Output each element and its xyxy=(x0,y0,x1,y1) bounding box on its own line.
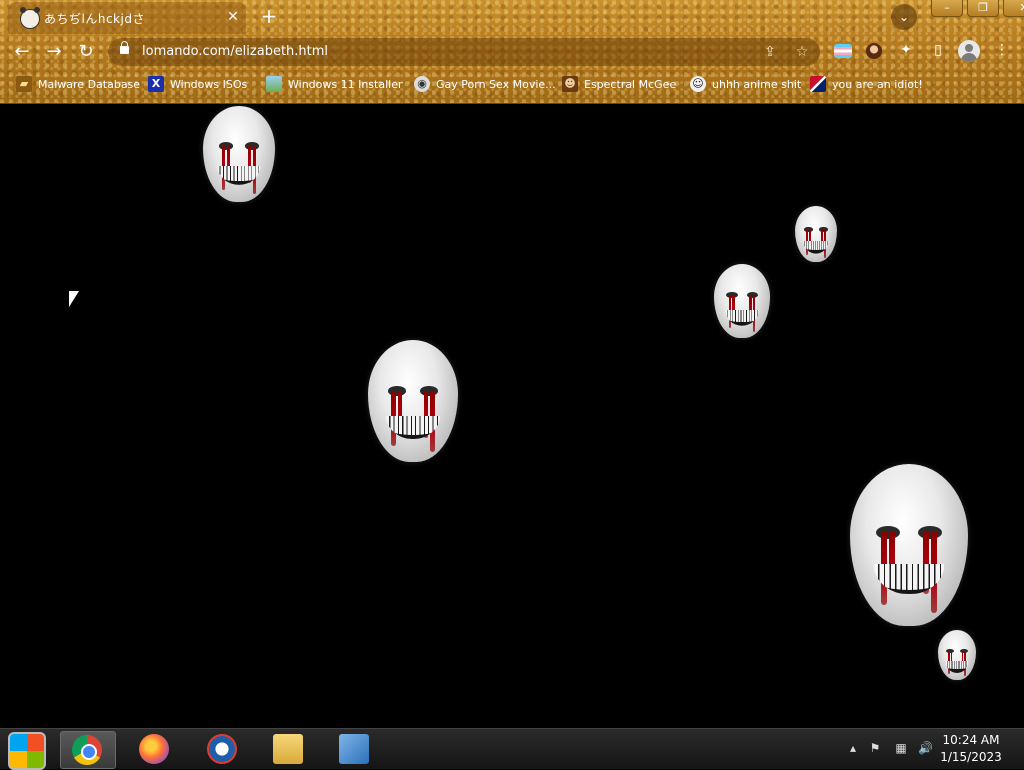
firefox-icon xyxy=(139,734,169,764)
tray-chevron-up-icon[interactable]: ▴ xyxy=(846,741,860,755)
forward-button[interactable]: → xyxy=(42,40,66,64)
volume-icon[interactable]: 🔊 xyxy=(918,741,933,755)
action-center-flag-icon[interactable]: ⚑ xyxy=(868,741,882,755)
taskbar-chrome[interactable] xyxy=(60,731,116,769)
bookmark-you-are-an-idiot[interactable]: you are an idiot! xyxy=(810,74,923,94)
folder-icon: ▰ xyxy=(16,76,32,92)
lock-icon[interactable] xyxy=(120,41,129,54)
bookmark-label: Windows 11 Installer xyxy=(288,77,403,91)
tab-close-icon[interactable]: ✕ xyxy=(224,8,242,26)
extension-avatar-icon[interactable] xyxy=(866,43,882,59)
window-controls: – ❐ ✕ xyxy=(927,0,1024,18)
bleeding-mask-image xyxy=(368,340,458,462)
bookmarks-bar: ▰ Malware Database X Windows ISOs Window… xyxy=(0,72,1024,96)
clock-date[interactable]: 1/15/2023 xyxy=(936,750,1006,764)
bookmark-malware-database[interactable]: ▰ Malware Database xyxy=(16,74,140,94)
tab-strip: あちぢlんhckjdさ ✕ + ⌄ – ❐ ✕ xyxy=(0,0,1024,34)
flag-icon xyxy=(810,76,826,92)
bleeding-mask-image xyxy=(203,106,275,202)
taskbar-outlook[interactable] xyxy=(196,731,250,767)
bookmark-gay-porn-sex-movie[interactable]: ◉ Gay Porn Sex Movie... xyxy=(414,74,556,94)
bookmark-windows-isos[interactable]: X Windows ISOs xyxy=(148,74,247,94)
anime-icon: ☺ xyxy=(690,76,706,92)
bookmark-label: you are an idiot! xyxy=(832,77,923,91)
taskbar-firefox[interactable] xyxy=(128,731,182,767)
folder-icon xyxy=(273,734,303,764)
bleeding-mask-image xyxy=(795,206,837,262)
disc-icon: ◉ xyxy=(414,76,430,92)
mouse-cursor-icon xyxy=(69,291,79,307)
bookmark-espectral-mcgee[interactable]: ☻ Espectral McGee xyxy=(562,74,676,94)
extension-flag-icon[interactable] xyxy=(834,44,852,58)
taskbar: ▴ ⚑ ▦ 🔊 10:24 AM 1/15/2023 xyxy=(0,728,1024,770)
bookmark-label: Windows ISOs xyxy=(170,77,248,91)
network-icon[interactable]: ▦ xyxy=(894,741,908,755)
page-canvas[interactable] xyxy=(0,104,1024,728)
bleeding-mask-image xyxy=(714,264,770,338)
reload-button[interactable]: ↻ xyxy=(74,40,98,64)
bleeding-mask-image xyxy=(850,464,968,626)
address-bar[interactable]: lomando.com/elizabeth.html ⇪ ☆ xyxy=(108,38,820,66)
character-icon: ☻ xyxy=(562,76,578,92)
bookmark-star-icon[interactable]: ☆ xyxy=(792,42,812,62)
menu-kebab-icon[interactable]: ⋮ xyxy=(992,40,1012,60)
bookmark-label: uhhh anime shit xyxy=(712,77,802,91)
tab-title: あちぢlんhckjdさ xyxy=(44,12,145,26)
back-button[interactable]: ← xyxy=(10,40,34,64)
outlook-icon xyxy=(207,734,237,764)
bookmark-uhhh-anime-shit[interactable]: ☺ uhhh anime shit xyxy=(690,74,801,94)
extensions-puzzle-icon[interactable]: ✦ xyxy=(896,40,916,60)
bookmark-label: Malware Database xyxy=(38,77,141,91)
bookmark-label: Espectral McGee xyxy=(584,77,677,91)
bear-favicon-icon xyxy=(20,7,40,29)
bookmark-windows-11-installer[interactable]: Windows 11 Installer xyxy=(266,74,403,94)
close-window-button[interactable]: ✕ xyxy=(1003,0,1024,17)
installer-icon xyxy=(339,734,369,764)
bookmark-label: Gay Porn Sex Movie... xyxy=(436,77,556,91)
minimize-button[interactable]: – xyxy=(931,0,963,17)
side-panel-icon[interactable]: ▯ xyxy=(928,40,948,60)
profile-avatar-icon[interactable] xyxy=(958,40,980,62)
tab-search-button[interactable]: ⌄ xyxy=(891,4,917,30)
share-icon[interactable]: ⇪ xyxy=(760,42,780,62)
x-icon: X xyxy=(148,76,164,92)
taskbar-file-explorer[interactable] xyxy=(262,731,316,767)
url-text[interactable]: lomando.com/elizabeth.html xyxy=(142,44,328,59)
image-icon xyxy=(266,76,282,92)
tab-active[interactable]: あちぢlんhckjdさ ✕ xyxy=(8,2,246,34)
chrome-icon xyxy=(72,735,102,765)
restore-button[interactable]: ❐ xyxy=(967,0,999,17)
taskbar-installer[interactable] xyxy=(328,731,382,767)
new-tab-button[interactable]: + xyxy=(258,6,280,28)
start-button[interactable] xyxy=(8,732,46,770)
browser-chrome: あちぢlんhckjdさ ✕ + ⌄ – ❐ ✕ ← → ↻ lomando.co… xyxy=(0,0,1024,104)
clock-time[interactable]: 10:24 AM xyxy=(936,733,1006,747)
bleeding-mask-image xyxy=(938,630,976,680)
